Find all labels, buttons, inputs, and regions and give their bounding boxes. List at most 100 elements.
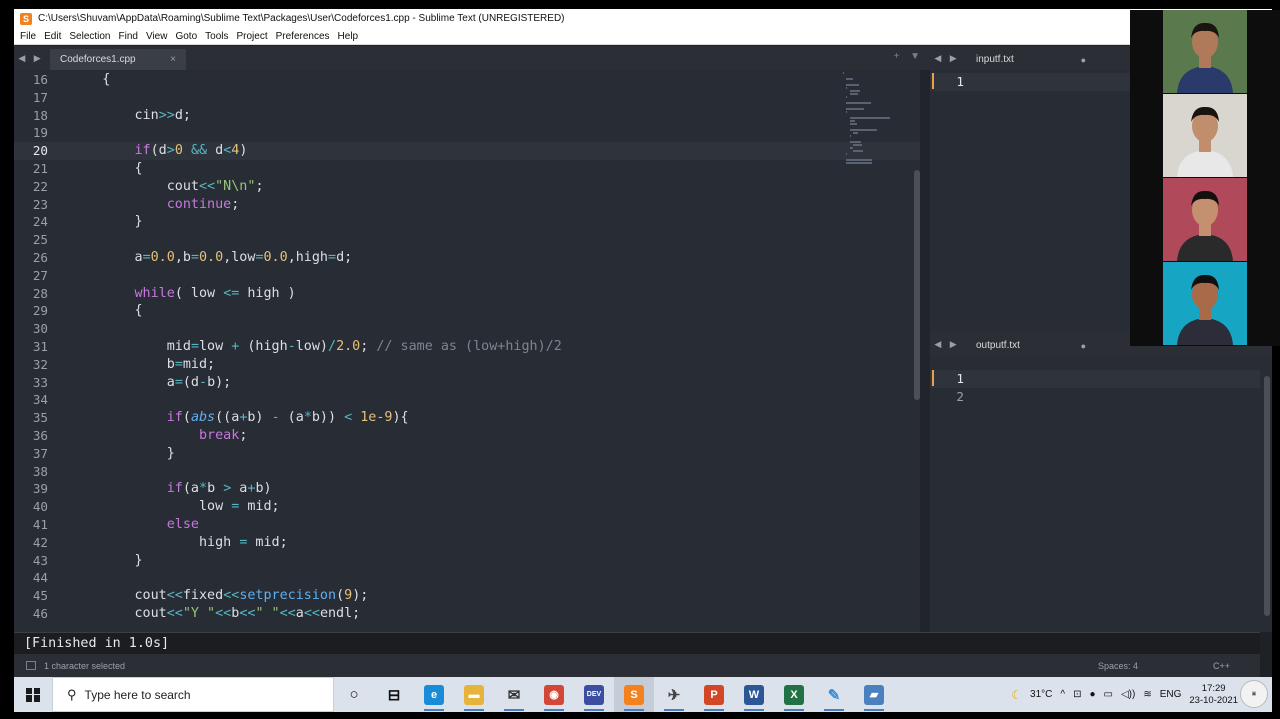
minimap-mark [849,90,861,92]
tab-nav-arrows-icon[interactable]: ◀ ▶ [930,332,964,356]
participant-video-tile[interactable] [1130,94,1280,177]
menu-tools[interactable]: Tools [205,31,228,42]
minimap[interactable] [840,72,900,172]
tab-nav-arrows-icon[interactable]: ◀ ▶ [14,46,48,70]
indentation-status[interactable]: Spaces: 4 [1098,661,1138,671]
sublime-icon: S [20,12,32,25]
menu-project[interactable]: Project [237,31,268,42]
line-number: 41 [32,517,48,532]
tab-codeforces1[interactable]: Codeforces1.cpp × [50,49,186,70]
menu-selection[interactable]: Selection [69,31,110,42]
video-call-strip [1130,10,1280,346]
sublime-text-taskbar-button[interactable]: S [614,677,654,712]
code-line: 40 low = mid; [14,498,920,516]
minimap-mark [846,162,872,164]
wifi-icon[interactable]: ≋ [1143,689,1151,700]
battery-icon[interactable]: ▭ [1104,689,1113,700]
panel-toggle-icon[interactable] [26,661,36,670]
menu-preferences[interactable]: Preferences [276,31,330,42]
participant-video-tile[interactable] [1130,10,1280,93]
code-editor[interactable]: 16 {17 18 cin>>d; 19 20 if(d>0 && d<4) 21 {2… [14,70,920,632]
line-number: 18 [32,107,48,123]
tab-inputf[interactable]: inputf.txt ● [966,49,1096,70]
code-line: 37 } [14,445,920,463]
word-icon: W [744,684,764,705]
powerpoint-taskbar-button[interactable]: P [694,677,734,712]
minimap-mark [846,78,853,80]
start-button[interactable] [14,677,52,712]
paper-plane-taskbar-button[interactable]: ✈ [654,677,694,712]
code-text: { [70,161,143,176]
pen-taskbar-button[interactable]: ✎ [814,677,854,712]
line-number: 17 [32,89,48,105]
minimap-mark [849,123,857,125]
menu-help[interactable]: Help [338,31,359,42]
menu-file[interactable]: File [20,31,36,42]
chevron-up-icon[interactable]: ^ [1060,689,1065,700]
weather-icon[interactable]: ☾ [1011,688,1022,702]
build-output-panel: [Finished in 1.0s] [14,632,1260,654]
output-file-editor[interactable]: 1 2 [930,356,1272,632]
line-number: 46 [32,606,48,621]
widgets-taskbar-button[interactable]: ⊟ [374,677,414,712]
minimap-mark [852,132,859,134]
code-line: 16 { [14,71,920,89]
participant-video-tile[interactable] [1130,262,1280,345]
menu-view[interactable]: View [146,31,168,42]
editor-scrollbar[interactable] [914,170,920,400]
close-icon[interactable]: × [170,54,176,65]
line-number: 34 [32,392,48,408]
weather-temp[interactable]: 31°C [1030,689,1052,700]
syntax-status[interactable]: C++ [1213,661,1230,671]
tab-tools-icon[interactable]: + ▼ [893,51,924,62]
taskbar-search-box[interactable]: ⚲ Type here to search [52,677,334,712]
code-text: if(d>0 && d<4) [134,143,248,159]
line-number: 29 [32,303,48,319]
clock[interactable]: 17:29 23-10-2021 [1189,683,1238,707]
code-text: cout<<"Y "<<b<<" "<<a<<endl; [70,606,361,621]
line-number: 35 [32,410,48,426]
video-background [1163,262,1247,345]
video-background [1163,178,1247,261]
tab-outputf[interactable]: outputf.txt ● [966,335,1096,356]
volume-icon[interactable]: ◁)) [1121,689,1135,700]
folder-app-taskbar-button[interactable]: ▰ [854,677,894,712]
output-scrollbar[interactable] [1264,376,1270,616]
tab-label: inputf.txt [976,54,1014,65]
code-text: } [70,214,143,230]
code-text: { [70,72,111,87]
code-line: 43 } [14,552,920,570]
mail-taskbar-button[interactable]: ✉ [494,677,534,712]
line-number: 44 [32,570,48,586]
minimap-mark [846,111,848,113]
notification-badge-icon[interactable]: ▣ [1240,680,1268,708]
dev-cpp-taskbar-button[interactable]: DEV [574,677,614,712]
participant-video-tile[interactable] [1130,178,1280,261]
chrome-taskbar-button[interactable]: ◉ [534,677,574,712]
code-line: 38 [14,463,920,481]
line-number: 31 [32,339,48,354]
menu-goto[interactable]: Goto [175,31,197,42]
excel-taskbar-button[interactable]: X [774,677,814,712]
tab-nav-arrows-icon[interactable]: ◀ ▶ [930,46,964,70]
pen-icon: ✎ [827,686,841,704]
code-text: cout<<fixed<<setprecision(9); [70,588,369,604]
task-view-taskbar-button[interactable]: ○ [334,677,374,712]
file-explorer-taskbar-button[interactable]: ▬ [454,677,494,712]
edge-icon: e [424,684,444,705]
unsaved-dot-icon[interactable]: ● [1081,341,1086,351]
minimap-mark [846,87,848,89]
code-text: b=mid; [70,356,216,372]
code-line: 30 [14,320,920,338]
line-number: 37 [32,445,48,461]
language-indicator[interactable]: ENG [1160,689,1182,700]
edge-taskbar-button[interactable]: e [414,677,454,712]
network-icon[interactable]: ⊡ [1073,689,1081,700]
folder-app-icon: ▰ [864,684,884,705]
microphone-icon[interactable]: ● [1089,689,1095,700]
line-number: 1 [956,74,964,89]
word-taskbar-button[interactable]: W [734,677,774,712]
menu-edit[interactable]: Edit [44,31,61,42]
unsaved-dot-icon[interactable]: ● [1081,55,1086,65]
menu-find[interactable]: Find [119,31,138,42]
